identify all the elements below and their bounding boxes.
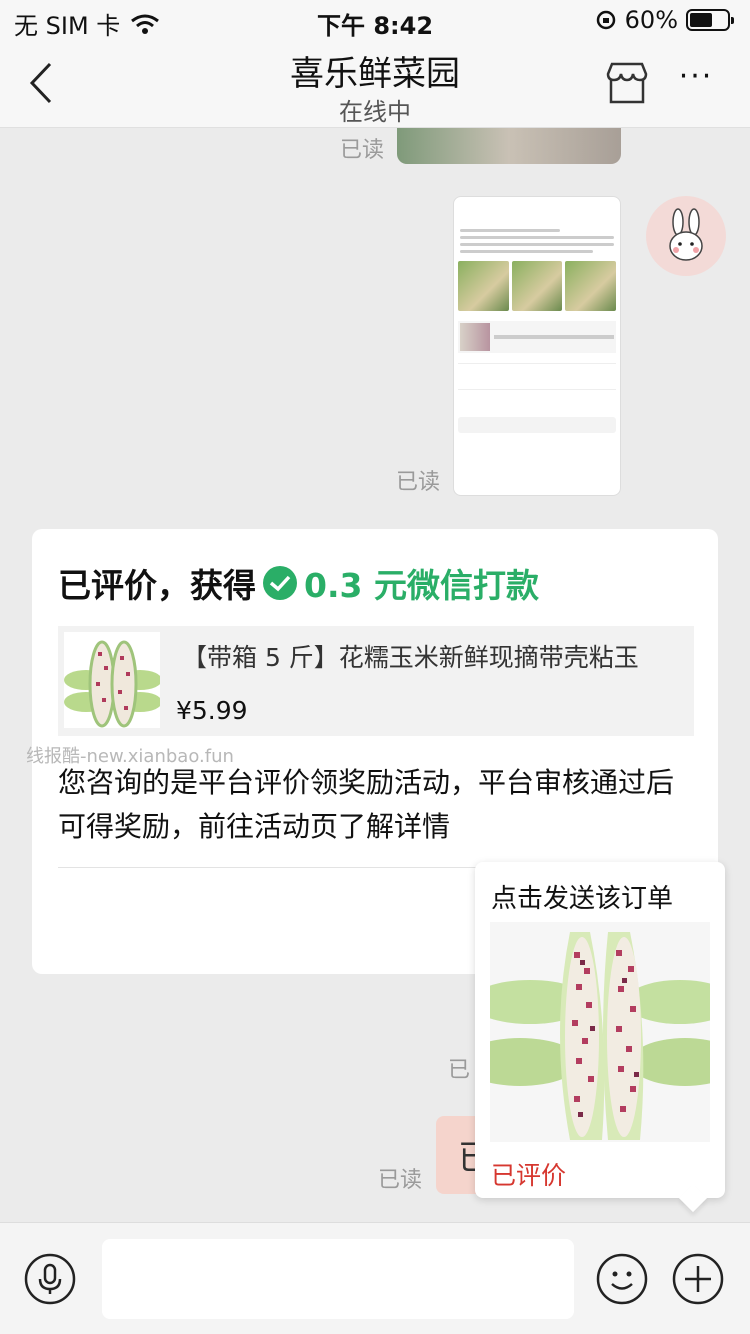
read-receipt: 已读 — [378, 1168, 423, 1193]
sent-image-partial[interactable] — [397, 128, 621, 164]
product-thumbnail — [64, 632, 160, 728]
mini-section — [458, 363, 616, 385]
popup-order-status: 已评价 — [491, 1161, 567, 1190]
emoji-icon[interactable] — [596, 1253, 648, 1305]
voice-icon[interactable] — [24, 1253, 76, 1305]
avatar[interactable] — [646, 196, 726, 276]
card-heading-prefix: 已评价，获得 — [58, 566, 256, 605]
send-order-popup[interactable]: 点击发送该订单 已评价 — [475, 862, 725, 1198]
battery-fill — [690, 13, 712, 27]
product-price: ¥5.99 — [176, 696, 248, 725]
mini-text-line — [460, 250, 593, 253]
product-summary[interactable]: 【带箱 5 斤】花糯玉米新鲜现摘带壳粘玉 ¥5.99 — [58, 626, 694, 736]
card-message: 您咨询的是平台评价领奖励活动，平台审核通过后可得奖励，前往活动页了解详情 — [58, 766, 675, 843]
plus-icon[interactable] — [672, 1253, 724, 1305]
popup-product-image[interactable] — [490, 922, 710, 1142]
store-icon[interactable] — [604, 60, 650, 106]
status-bar: 无 SIM 卡 下午 8:42 60% — [0, 0, 750, 42]
mini-text-line — [460, 243, 614, 246]
mini-photo-row — [454, 261, 620, 311]
rabbit-avatar-icon — [669, 208, 703, 261]
wechat-pay-icon — [263, 566, 297, 600]
sent-screenshot-image[interactable] — [453, 196, 621, 496]
battery-percent: 60% — [624, 6, 678, 34]
more-icon[interactable]: ··· — [676, 62, 716, 102]
mini-section — [458, 389, 616, 411]
popup-title: 点击发送该订单 — [491, 884, 674, 914]
message-input[interactable] — [102, 1239, 574, 1319]
battery-icon — [686, 9, 734, 31]
mini-product — [458, 321, 616, 353]
card-reward-amount: 0.3 元微信打款 — [304, 566, 539, 605]
mini-title — [454, 207, 620, 225]
mini-input — [458, 417, 616, 433]
card-heading: 已评价，获得 0.3 元微信打款 — [58, 559, 539, 607]
chat-input-bar — [0, 1222, 750, 1334]
watermark: 线报酷-new.xianbao.fun — [26, 746, 234, 767]
product-name: 【带箱 5 斤】花糯玉米新鲜现摘带壳粘玉 — [182, 643, 639, 672]
mini-text-line — [460, 229, 560, 232]
status-right: 60% — [595, 6, 734, 34]
chat-header: 喜乐鲜菜园 在线中 ··· — [0, 42, 750, 128]
mini-text-line — [460, 236, 614, 239]
rotation-lock-icon — [596, 10, 615, 30]
read-receipt: 已读 — [340, 138, 385, 163]
read-receipt: 已读 — [396, 470, 441, 495]
read-receipt-partial: 已 — [448, 1058, 471, 1083]
mini-status-bar — [454, 197, 620, 207]
